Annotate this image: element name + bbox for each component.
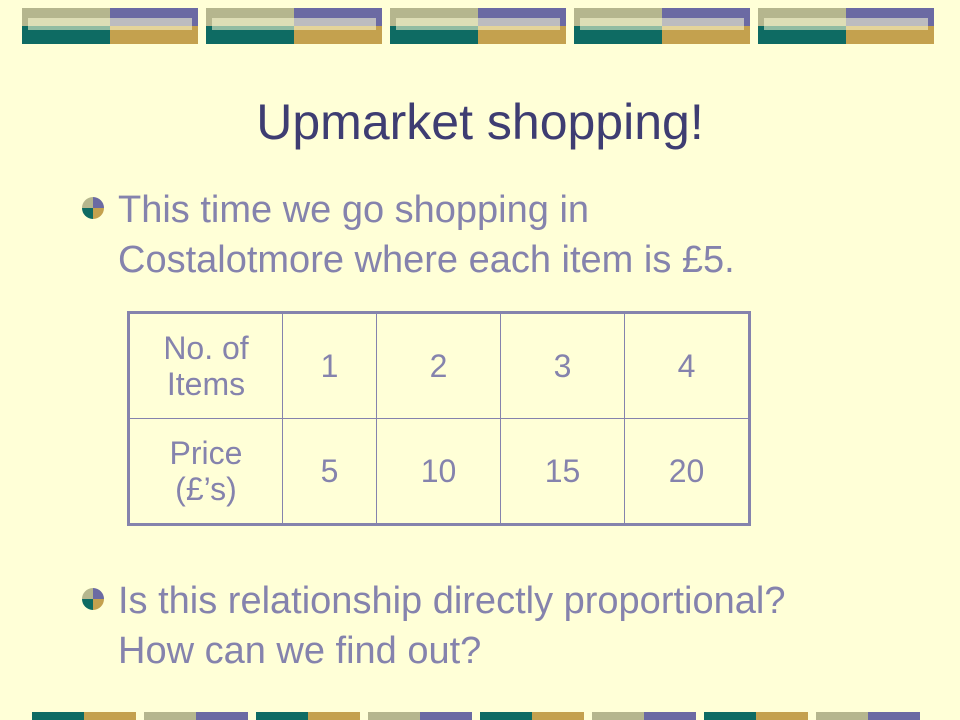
table-cell: 5 bbox=[282, 418, 377, 525]
bullet-line: How can we find out? bbox=[118, 630, 482, 672]
table-row: Price (£’s) 5 10 15 20 bbox=[128, 418, 750, 525]
decoration-segment bbox=[868, 712, 920, 720]
table-cell: 20 bbox=[624, 418, 750, 525]
decoration-block bbox=[206, 8, 382, 44]
decoration-segment bbox=[256, 712, 308, 720]
decoration-segment bbox=[592, 712, 644, 720]
row-header-line: No. of bbox=[163, 330, 249, 366]
decoration-segment bbox=[84, 712, 136, 720]
decoration-segment bbox=[704, 712, 756, 720]
bullet-quadrant-icon bbox=[82, 197, 104, 219]
row-header: No. of Items bbox=[128, 312, 283, 419]
decoration-segment bbox=[32, 712, 84, 720]
bullet-text: This time we go shopping in Costalotmore… bbox=[118, 185, 735, 285]
bullet-text: Is this relationship directly proportion… bbox=[118, 576, 785, 676]
row-header-line: (£’s) bbox=[175, 471, 237, 507]
price-table: No. of Items 1 2 3 4 Price (£’s) 5 10 15… bbox=[127, 311, 751, 526]
bullet-point: This time we go shopping in Costalotmore… bbox=[82, 185, 902, 285]
decoration-segment bbox=[196, 712, 248, 720]
row-header-line: Items bbox=[166, 366, 246, 402]
row-header-line: Price bbox=[169, 435, 243, 471]
decoration-segment bbox=[480, 712, 532, 720]
table-cell: 4 bbox=[624, 312, 750, 419]
decoration-segment bbox=[420, 712, 472, 720]
bottom-decoration-strip bbox=[32, 712, 928, 720]
decoration-block bbox=[22, 8, 198, 44]
row-header: Price (£’s) bbox=[128, 418, 283, 525]
bullet-point: Is this relationship directly proportion… bbox=[82, 576, 902, 676]
decoration-segment bbox=[308, 712, 360, 720]
bullet-line: Costalotmore where each item is £5. bbox=[118, 239, 735, 281]
bullet-line: This time we go shopping in bbox=[118, 189, 590, 231]
table-cell: 15 bbox=[500, 418, 625, 525]
table-row: No. of Items 1 2 3 4 bbox=[128, 312, 750, 419]
decoration-segment bbox=[644, 712, 696, 720]
table-cell: 1 bbox=[282, 312, 377, 419]
bullet-quadrant-icon bbox=[82, 588, 104, 610]
decoration-segment bbox=[816, 712, 868, 720]
decoration-segment bbox=[368, 712, 420, 720]
table-cell: 3 bbox=[500, 312, 625, 419]
slide-title: Upmarket shopping! bbox=[256, 94, 704, 150]
table-cell: 2 bbox=[376, 312, 501, 419]
decoration-block bbox=[574, 8, 750, 44]
table-cell: 10 bbox=[376, 418, 501, 525]
decoration-block bbox=[390, 8, 566, 44]
top-decoration-banner bbox=[22, 8, 942, 44]
decoration-segment bbox=[756, 712, 808, 720]
decoration-segment bbox=[144, 712, 196, 720]
bullet-line: Is this relationship directly proportion… bbox=[118, 580, 786, 622]
decoration-block bbox=[758, 8, 934, 44]
decoration-segment bbox=[532, 712, 584, 720]
